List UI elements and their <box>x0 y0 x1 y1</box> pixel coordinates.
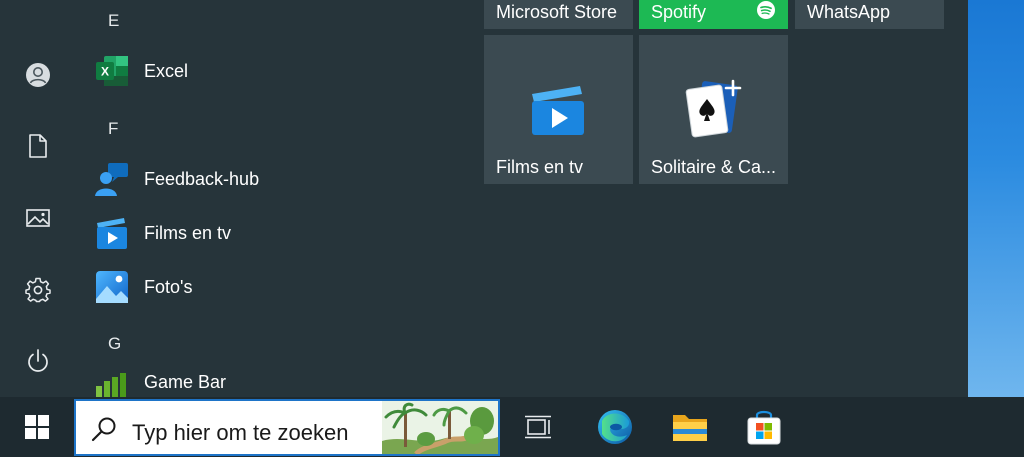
app-label-fotos: Foto's <box>144 276 193 297</box>
tile-label-films: Films en tv <box>496 157 584 177</box>
task-view-icon <box>525 415 551 439</box>
spotify-icon <box>757 1 775 19</box>
app-item-feedback-hub[interactable]: Feedback-hub <box>94 157 434 201</box>
picture-icon <box>26 209 50 227</box>
tile-microsoft-store[interactable]: Microsoft Store <box>484 0 633 29</box>
tile-whatsapp[interactable]: WhatsApp <box>795 0 944 29</box>
excel-icon: X <box>94 53 130 89</box>
app-item-films-en-tv[interactable]: Films en tv <box>94 211 434 255</box>
file-explorer-button[interactable] <box>664 403 716 451</box>
edge-button[interactable] <box>589 403 641 451</box>
app-label-films-en-tv: Films en tv <box>144 222 232 243</box>
document-icon <box>29 134 47 158</box>
task-view-button[interactable] <box>512 403 564 451</box>
films-tv-icon <box>532 86 584 135</box>
letter-header-g[interactable]: G <box>108 334 121 354</box>
svg-text:X: X <box>101 65 109 79</box>
tile-label-spotify: Spotify <box>651 2 707 22</box>
letter-header-e[interactable]: E <box>108 11 119 31</box>
gear-icon <box>25 277 51 303</box>
microsoft-store-icon <box>747 410 781 445</box>
feedback-hub-icon <box>94 161 130 197</box>
tile-label-store: Microsoft Store <box>496 2 618 22</box>
search-input[interactable]: Typ hier om te zoeken <box>74 399 500 456</box>
search-icon <box>91 417 116 442</box>
app-label-game-bar: Game Bar <box>144 371 227 392</box>
films-tv-icon <box>94 215 130 251</box>
power-button[interactable] <box>14 337 62 385</box>
game-bar-icon <box>94 364 130 400</box>
app-list: E X Excel F Feedback-hub Films en tv Fot… <box>86 0 466 400</box>
search-placeholder: Typ hier om te zoeken <box>132 420 349 445</box>
start-menu: E X Excel F Feedback-hub Films en tv Fot… <box>0 0 968 400</box>
tile-spotify[interactable]: Spotify <box>639 0 788 29</box>
tile-label-solitaire: Solitaire & Ca... <box>651 157 777 177</box>
tile-label-whatsapp: WhatsApp <box>807 2 891 22</box>
start-rail <box>0 0 76 397</box>
microsoft-store-button[interactable] <box>738 403 790 451</box>
desktop-wallpaper <box>968 0 1024 397</box>
search-highlight-illustration <box>382 401 498 454</box>
app-item-fotos[interactable]: Foto's <box>94 265 434 309</box>
app-label-feedback-hub: Feedback-hub <box>144 168 260 189</box>
file-explorer-icon <box>673 415 707 441</box>
pictures-button[interactable] <box>14 194 62 242</box>
start-button[interactable] <box>0 397 74 457</box>
windows-logo-icon <box>25 415 49 439</box>
solitaire-cards-icon <box>685 79 742 138</box>
app-item-excel[interactable]: X Excel <box>94 49 434 93</box>
edge-icon <box>598 410 632 444</box>
app-label-excel: Excel <box>144 60 189 81</box>
photos-icon <box>94 269 130 305</box>
settings-button[interactable] <box>14 266 62 314</box>
tile-films-en-tv[interactable]: Films en tv <box>484 35 633 184</box>
user-account-button[interactable] <box>14 51 62 99</box>
letter-header-f[interactable]: F <box>108 119 118 139</box>
tile-solitaire[interactable]: Solitaire & Ca... <box>639 35 788 184</box>
person-circle-icon <box>26 63 50 87</box>
documents-button[interactable] <box>14 122 62 170</box>
taskbar: Typ hier om te zoeken <box>0 397 1024 457</box>
power-icon <box>28 349 48 372</box>
